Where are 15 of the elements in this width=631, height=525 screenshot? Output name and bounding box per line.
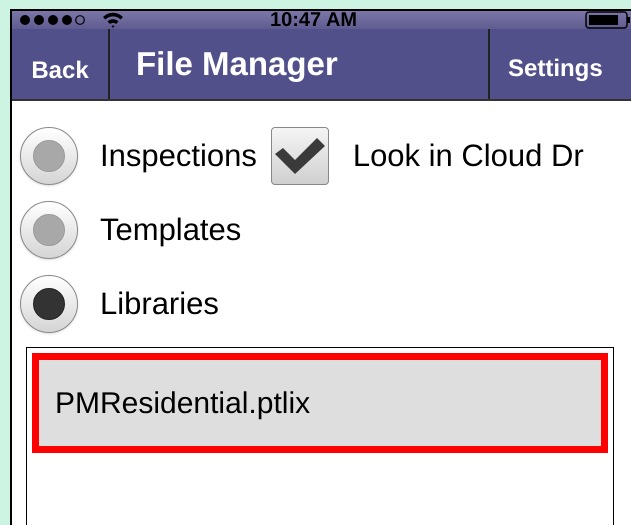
wifi-icon bbox=[101, 11, 125, 29]
status-time: 10:47 AM bbox=[270, 8, 358, 33]
checkbox-label: Look in Cloud Dr bbox=[352, 136, 584, 175]
settings-button[interactable]: Settings bbox=[488, 29, 628, 99]
radio-label: Inspections bbox=[100, 136, 257, 175]
nav-title: File Manager bbox=[135, 44, 339, 84]
radio-label: Libraries bbox=[100, 284, 219, 323]
back-button[interactable]: Back bbox=[12, 29, 110, 99]
radio-button[interactable] bbox=[20, 201, 78, 259]
file-item[interactable]: PMResidential.ptlix bbox=[32, 353, 608, 453]
radio-label: Templates bbox=[100, 210, 242, 249]
signal-icon bbox=[19, 14, 85, 26]
radio-button[interactable] bbox=[20, 275, 78, 333]
radio-button[interactable] bbox=[20, 127, 78, 185]
checkbox[interactable] bbox=[270, 127, 329, 185]
